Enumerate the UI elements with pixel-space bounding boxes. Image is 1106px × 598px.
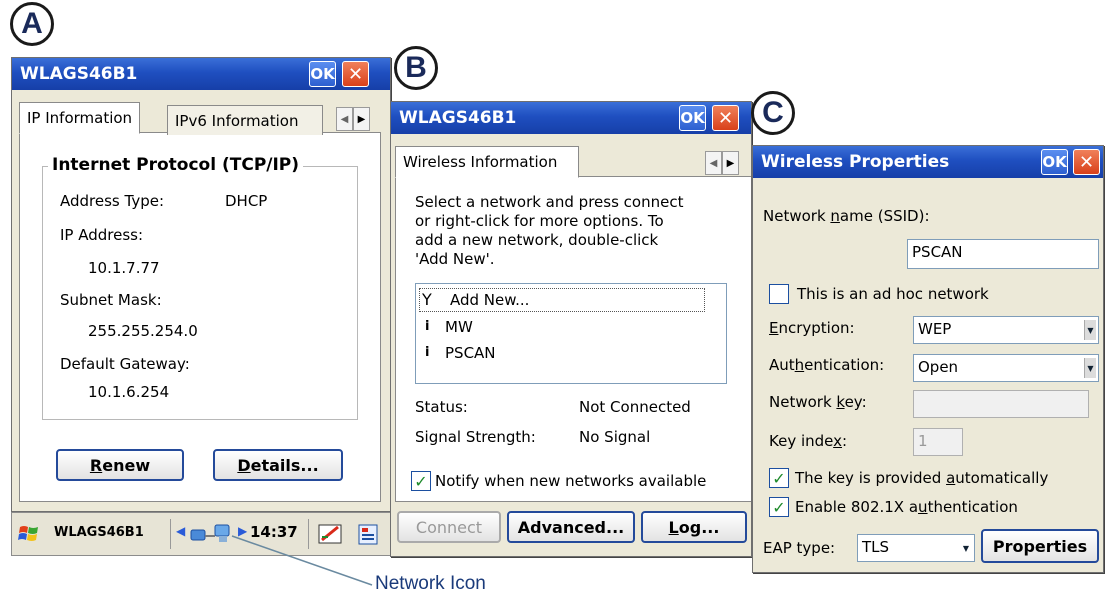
dot1x-label-post: thentication (927, 498, 1018, 516)
auth-label-post: entication: (804, 356, 885, 374)
ssid-field[interactable]: PSCAN (907, 239, 1099, 269)
status-label: Status: (415, 398, 468, 416)
callout-label: Network Icon (375, 573, 486, 594)
badge-b: B (394, 46, 438, 90)
network-signal-icon: i (425, 319, 430, 334)
network-key-field[interactable] (913, 390, 1089, 418)
dot1x-checkbox[interactable]: ✓ (769, 497, 789, 517)
dot1x-label-pre: Enable 802.1X a (795, 498, 919, 516)
chevron-down-icon[interactable]: ▼ (960, 538, 972, 558)
chevron-down-icon[interactable]: ▼ (1084, 320, 1096, 340)
status-value: Not Connected (579, 398, 691, 416)
eap-type-value: TLS (862, 538, 890, 556)
instruction-line-4: 'Add New'. (415, 250, 495, 268)
index-label-pre: Key inde (769, 432, 834, 450)
encryption-select[interactable]: WEP ▼ (913, 316, 1099, 344)
window-wireless-properties: Wireless Properties OK ✕ Network name (S… (752, 145, 1104, 573)
auto-label-accel: a (946, 469, 956, 487)
auto-label-post: utomatically (955, 469, 1049, 487)
auto-label-pre: The key is provided (795, 469, 947, 487)
key-index-label: Key index: (769, 432, 847, 450)
authentication-value: Open (918, 358, 959, 376)
log-label-accel: L (668, 517, 679, 537)
network-list[interactable]: Y Add New... i MW i PSCAN (415, 283, 727, 384)
window-wireless-information: WLAGS46B1 OK ✕ Wireless Information ◀ ▶ … (390, 101, 752, 557)
ssid-label-post: ame (SSID): (839, 207, 930, 225)
key-index-field[interactable]: 1 (913, 428, 963, 456)
index-label-accel: x (833, 432, 843, 450)
log-label-post: og... (678, 517, 720, 537)
encryption-value: WEP (918, 320, 952, 338)
ssid-label-accel: n (830, 207, 840, 225)
index-label-post: : (842, 432, 848, 450)
signal-strength-value: No Signal (579, 428, 651, 446)
list-item[interactable]: i PSCAN (419, 342, 705, 366)
advanced-button[interactable]: Advanced... (507, 511, 635, 543)
ssid-label: Network name (SSID): (763, 207, 930, 225)
badge-a: A (10, 2, 54, 46)
key-auto-label: The key is provided automatically (795, 469, 1048, 487)
scroll-left-icon[interactable]: ◀ (705, 151, 722, 175)
instruction-line-1: Select a network and press connect (415, 193, 684, 211)
ssid-label-pre: Network (763, 207, 831, 225)
scroll-right-icon[interactable]: ▶ (722, 151, 739, 175)
notify-label: Notify when new networks available (435, 472, 707, 490)
encryption-label: Encryption: (769, 319, 855, 337)
close-button[interactable]: ✕ (712, 105, 739, 131)
auth-label-accel: h (794, 356, 805, 374)
network-signal-icon: i (425, 345, 430, 360)
network-name: PSCAN (445, 344, 496, 362)
network-name: MW (445, 318, 473, 336)
key-label-accel: k (836, 393, 845, 411)
authentication-select[interactable]: Open ▼ (913, 354, 1099, 382)
eap-type-select[interactable]: TLS ▼ (857, 534, 975, 562)
instruction-line-3: add a new network, double-click (415, 231, 659, 249)
adhoc-checkbox[interactable] (769, 284, 789, 304)
ok-button[interactable]: OK (1041, 149, 1068, 175)
notify-checkbox[interactable]: ✓ (411, 471, 431, 491)
tab-scroll-arrows: ◀ ▶ (705, 151, 739, 175)
ok-button[interactable]: OK (679, 105, 706, 131)
signal-strength-label: Signal Strength: (415, 428, 536, 446)
network-key-label: Network key: (769, 393, 867, 411)
enc-label-post: ncryption: (778, 319, 855, 337)
list-item[interactable]: i MW (419, 316, 705, 340)
instruction-line-2: or right-click for more options. To (415, 212, 664, 230)
list-item[interactable]: Y Add New... (419, 288, 705, 312)
eap-type-label: EAP type: (763, 539, 836, 557)
properties-button[interactable]: Properties (981, 529, 1099, 563)
tab-wireless-information[interactable]: Wireless Information (395, 146, 579, 178)
key-label-post: ey: (844, 393, 867, 411)
network-name: Add New... (450, 291, 530, 309)
badge-c: C (751, 91, 795, 135)
connect-button[interactable]: Connect (397, 511, 501, 543)
key-label-pre: Network (769, 393, 837, 411)
window-title: Wireless Properties (761, 152, 950, 172)
dot1x-label-accel: u (918, 498, 928, 516)
dot1x-label: Enable 802.1X authentication (795, 498, 1018, 516)
log-button[interactable]: Log... (641, 511, 747, 543)
chevron-down-icon[interactable]: ▼ (1084, 358, 1096, 378)
adhoc-label: This is an ad hoc network (797, 285, 989, 303)
close-button[interactable]: ✕ (1073, 149, 1100, 175)
antenna-icon: Y (422, 290, 432, 309)
window-title: WLAGS46B1 (399, 108, 517, 128)
key-auto-checkbox[interactable]: ✓ (769, 468, 789, 488)
auth-label-pre: Aut (769, 356, 795, 374)
authentication-label: Authentication: (769, 356, 884, 374)
